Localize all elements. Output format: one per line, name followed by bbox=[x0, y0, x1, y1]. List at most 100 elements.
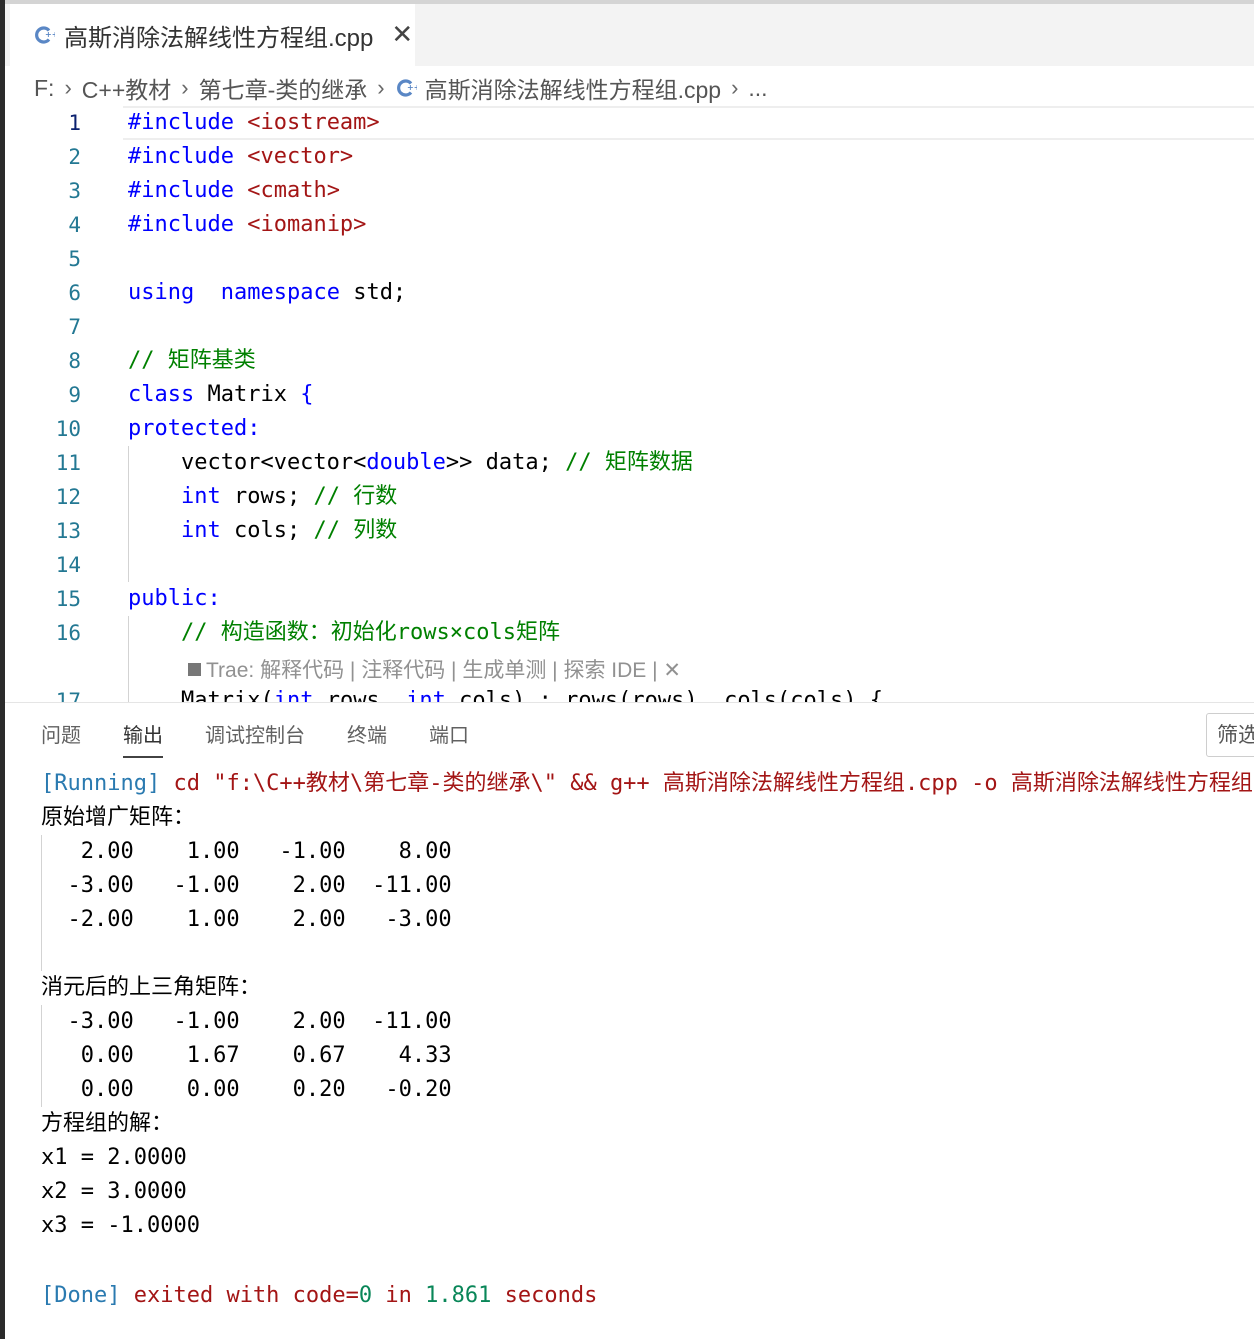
code-text: // 构造函数：初始化rows×cols矩阵 bbox=[128, 616, 560, 650]
line-number: 1 bbox=[68, 111, 81, 135]
panel-tab[interactable]: 端口 bbox=[429, 719, 469, 758]
code-text: int cols; // 列数 bbox=[128, 514, 397, 548]
code-line[interactable]: 3 #include <cmath> bbox=[5, 174, 1254, 208]
code-text: vector<vector<double>> data; // 矩阵数据 bbox=[128, 446, 693, 480]
code-text: #include <cmath> bbox=[128, 174, 340, 208]
code-token: rows, bbox=[313, 688, 407, 702]
codelens-text[interactable]: Trae: 解释代码 | 注释代码 | 生成单测 | 探索 IDE | ✕ bbox=[206, 654, 681, 684]
code-token: #include bbox=[128, 178, 248, 203]
close-icon[interactable]: ✕ bbox=[391, 22, 413, 48]
matrix-row: 2.00 1.00 -1.00 8.00 bbox=[41, 839, 452, 864]
code-text: Matrix(int rows, int cols) : rows(rows),… bbox=[128, 684, 883, 702]
line-number: 5 bbox=[68, 247, 81, 271]
code-line[interactable]: 14 bbox=[5, 548, 1254, 582]
code-text: // 矩阵基类 bbox=[128, 344, 256, 378]
code-token: 初始化 bbox=[330, 620, 397, 645]
line-number: 17 bbox=[55, 689, 81, 702]
run-command: \" && g++ bbox=[530, 771, 663, 796]
solution-line: x1 = 2.0000 bbox=[41, 1145, 187, 1170]
code-line[interactable]: 15 public: bbox=[5, 582, 1254, 616]
code-line[interactable]: 17 Matrix(int rows, int cols) : rows(row… bbox=[5, 684, 1254, 702]
code-line[interactable]: 8 // 矩阵基类 bbox=[5, 344, 1254, 378]
code-text: protected: bbox=[128, 412, 260, 446]
panel-tab[interactable]: 问题 bbox=[41, 719, 81, 758]
code-token: 矩阵数据 bbox=[604, 450, 693, 475]
code-token: // bbox=[128, 348, 168, 373]
breadcrumb-more[interactable]: ... bbox=[748, 75, 767, 102]
line-number: 6 bbox=[68, 281, 81, 305]
code-editor[interactable]: Trae: 解释代码 | 注释代码 | 生成单测 | 探索 IDE | ✕ 1 #… bbox=[5, 106, 1254, 702]
code-line[interactable]: 7 bbox=[5, 310, 1254, 344]
breadcrumb-folder1[interactable]: C++教材 bbox=[82, 71, 171, 105]
code-text: int rows; // 行数 bbox=[128, 480, 397, 514]
line-number: 14 bbox=[55, 553, 81, 577]
run-command: .cpp -o bbox=[904, 771, 1011, 796]
code-token: vector<vector< bbox=[128, 450, 367, 475]
breadcrumb-file[interactable]: 高斯消除法解线性方程组.cpp bbox=[425, 71, 721, 105]
code-line[interactable]: 9 class Matrix { bbox=[5, 378, 1254, 412]
done-text: exited with code= bbox=[120, 1283, 359, 1308]
matrix-row: 0.00 0.00 0.20 -0.20 bbox=[41, 1077, 452, 1102]
code-line[interactable]: 13 int cols; // 列数 bbox=[5, 514, 1254, 548]
code-line[interactable]: 11 vector<vector<double>> data; // 矩阵数据 bbox=[5, 446, 1254, 480]
solution-line: x3 = -1.0000 bbox=[41, 1213, 200, 1238]
code-token: cols; bbox=[220, 518, 314, 543]
code-token: >> data; bbox=[445, 450, 566, 475]
code-text: using namespace std; bbox=[128, 276, 406, 310]
code-token: namespace bbox=[220, 280, 340, 305]
editor-tab[interactable]: ++ 高斯消除法解线性方程组.cpp ✕ bbox=[10, 4, 415, 66]
code-text: #include <vector> bbox=[128, 140, 353, 174]
panel-tab[interactable]: 输出 bbox=[123, 719, 163, 758]
matrix-row: -3.00 -1.00 2.00 -11.00 bbox=[41, 1009, 452, 1034]
panel-tab[interactable]: 调试控制台 bbox=[205, 719, 305, 758]
code-token: <iomanip> bbox=[247, 212, 367, 237]
code-line[interactable]: 2 #include <vector> bbox=[5, 140, 1254, 174]
code-line[interactable]: 5 bbox=[5, 242, 1254, 276]
line-number: 12 bbox=[55, 485, 81, 509]
code-line[interactable]: 12 int rows; // 行数 bbox=[5, 480, 1254, 514]
line-number: 3 bbox=[68, 179, 81, 203]
done-tag: [Done] bbox=[41, 1283, 121, 1308]
line-number: 7 bbox=[68, 315, 81, 339]
code-token: // bbox=[180, 620, 221, 645]
run-command: 第七章 bbox=[363, 771, 430, 796]
code-token: 矩阵基类 bbox=[167, 348, 256, 373]
code-token: #include bbox=[128, 110, 248, 135]
run-command: 类的继承 bbox=[442, 771, 531, 796]
output-heading-upper: 消元后的上三角矩阵： bbox=[41, 975, 262, 1000]
code-token: { bbox=[300, 382, 314, 407]
line-number: 8 bbox=[68, 349, 81, 373]
cpp-file-icon: ++ bbox=[32, 23, 56, 47]
code-line[interactable]: 6 using namespace std; bbox=[5, 276, 1254, 310]
matrix-row: 0.00 1.67 0.67 4.33 bbox=[41, 1043, 452, 1068]
line-number: 9 bbox=[68, 383, 81, 407]
panel-tab[interactable]: 终端 bbox=[347, 719, 387, 758]
code-token: #include bbox=[128, 144, 248, 169]
code-token: Matrix( bbox=[128, 688, 274, 702]
panel-tabs: 问题 输出 调试控制台 终端 端口 bbox=[41, 719, 511, 758]
cpp-file-icon: ++ bbox=[395, 77, 417, 99]
code-line[interactable]: 16 // 构造函数：初始化rows×cols矩阵 bbox=[5, 616, 1254, 650]
line-number: 13 bbox=[55, 519, 81, 543]
code-line[interactable]: 1 #include <iostream> bbox=[5, 106, 1254, 140]
svg-text:++: ++ bbox=[407, 83, 417, 92]
code-token: #include bbox=[128, 212, 248, 237]
code-token: 列数 bbox=[353, 518, 398, 543]
code-line[interactable]: 10 protected: bbox=[5, 412, 1254, 446]
code-line[interactable]: 4 #include <iomanip> bbox=[5, 208, 1254, 242]
breadcrumb-drive[interactable]: F: bbox=[34, 75, 54, 102]
code-text: #include <iomanip> bbox=[128, 208, 366, 242]
code-token: Matrix bbox=[194, 382, 301, 407]
code-text: class Matrix { bbox=[128, 378, 313, 412]
matrix-row: -2.00 1.00 2.00 -3.00 bbox=[41, 907, 452, 932]
code-token: int bbox=[406, 688, 446, 702]
chevron-right-icon: › bbox=[377, 75, 385, 100]
codelens-trae[interactable]: Trae: 解释代码 | 注释代码 | 生成单测 | 探索 IDE | ✕ bbox=[188, 654, 681, 684]
filter-input[interactable]: 筛选 bbox=[1206, 713, 1254, 757]
code-token: // bbox=[565, 450, 605, 475]
breadcrumb-folder2[interactable]: 第七章-类的继承 bbox=[199, 71, 368, 105]
output-running-line: [Running] cd "f:\C++教材\第七章-类的继承\" && g++… bbox=[41, 767, 1253, 801]
